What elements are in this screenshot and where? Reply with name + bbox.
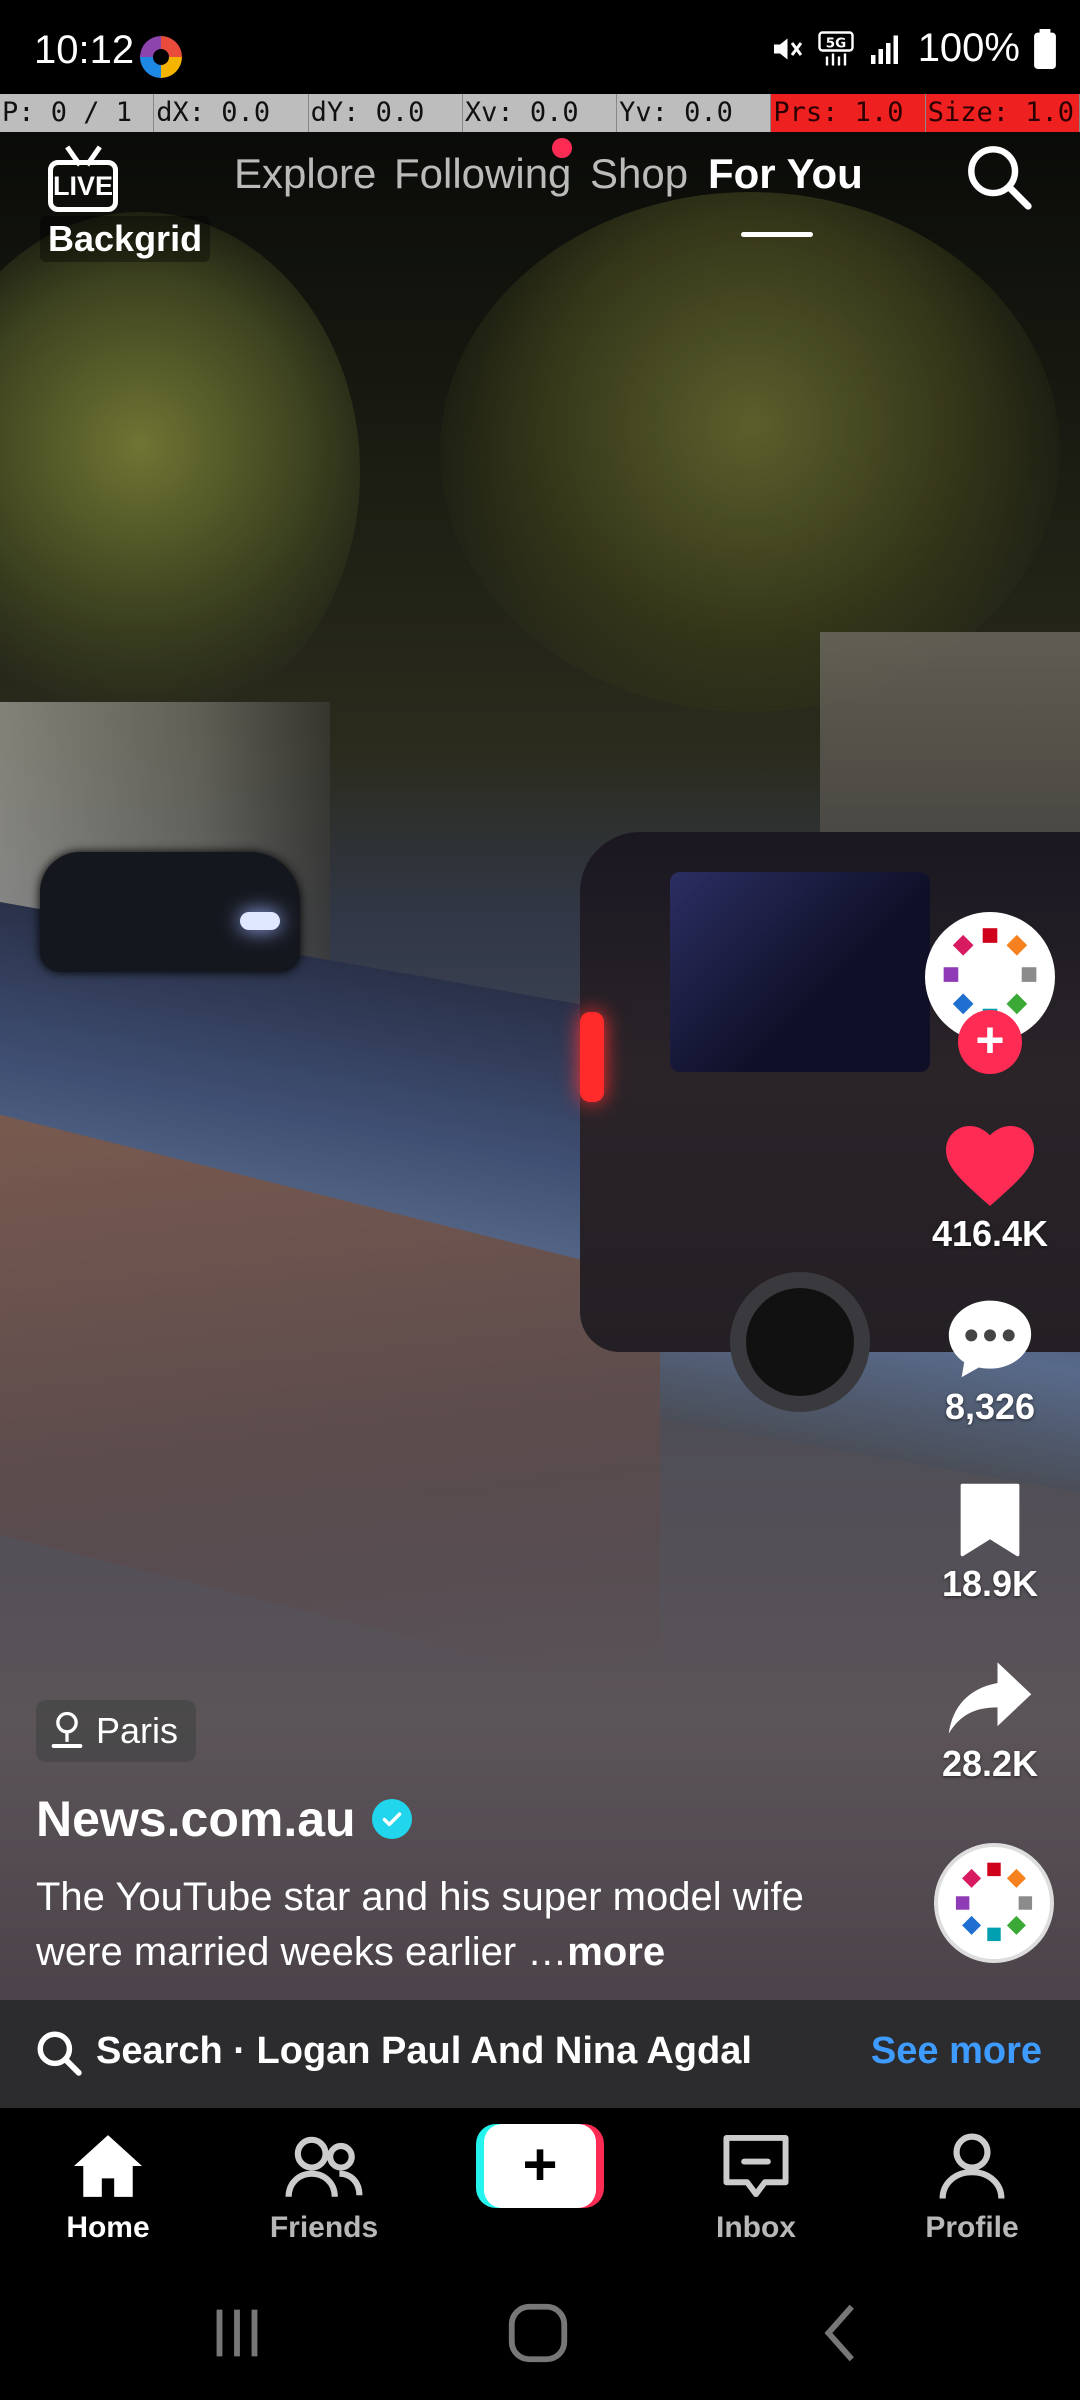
- heart-icon: [946, 1126, 1034, 1206]
- location-label: Paris: [96, 1710, 179, 1751]
- search-icon[interactable]: [964, 142, 1034, 212]
- caption-text: The YouTube star and his super model wif…: [36, 1875, 804, 1974]
- tab-shop[interactable]: Shop: [590, 150, 688, 198]
- 5g-icon: 5G: [817, 30, 854, 65]
- back-icon[interactable]: [808, 2298, 878, 2368]
- friends-icon: [285, 2136, 363, 2198]
- debug-size: Size: 1.0: [925, 94, 1080, 132]
- nav-home-label: Home: [66, 2211, 150, 2244]
- debug-xv: Xv: 0.0: [462, 94, 618, 132]
- live-tv-icon: LIVE: [48, 160, 118, 212]
- signal-icon: [870, 35, 898, 64]
- comment-count: 8,326: [944, 1386, 1036, 1427]
- video-scene-tree: [0, 212, 360, 732]
- post-caption[interactable]: The YouTube star and his super model wif…: [36, 1870, 836, 1980]
- nav-inbox-label: Inbox: [716, 2211, 796, 2244]
- like-button[interactable]: 416.4K: [900, 1120, 1080, 1255]
- nav-home[interactable]: Home: [28, 2132, 188, 2245]
- system-nav-bar: [0, 2268, 1080, 2400]
- debug-pressure: Prs: 1.0: [771, 94, 926, 132]
- comment-icon: [948, 1300, 1032, 1378]
- tab-explore[interactable]: Explore: [234, 150, 376, 198]
- tab-for-you[interactable]: For You: [708, 150, 863, 198]
- debug-pointer: P: 0 / 1: [0, 94, 155, 132]
- sound-disc[interactable]: [934, 1843, 1054, 1963]
- bookmark-icon: [960, 1483, 1020, 1557]
- tab-following[interactable]: Following: [394, 150, 571, 198]
- location-tag[interactable]: Paris: [36, 1700, 197, 1762]
- top-nav: LIVE Backgrid Explore Following Shop For…: [0, 132, 1080, 262]
- nav-profile[interactable]: Profile: [892, 2132, 1052, 2245]
- author-name-row[interactable]: News.com.au: [36, 1790, 412, 1848]
- battery-icon: [1034, 28, 1056, 69]
- search-suggestion-text: Search · Logan Paul And Nina Agdal: [96, 2030, 752, 2072]
- app-logo-icon: [140, 36, 182, 78]
- debug-yv: Yv: 0.0: [617, 94, 772, 132]
- mute-icon: [773, 38, 802, 59]
- share-arrow-icon: [948, 1662, 1032, 1734]
- sound-disc-logo-icon: [955, 1862, 1033, 1942]
- bottom-nav: Home Friends + Inbox Profile: [0, 2108, 1080, 2268]
- search-icon: [37, 2031, 82, 2076]
- nav-inbox[interactable]: Inbox: [676, 2132, 836, 2245]
- like-count: 416.4K: [931, 1213, 1049, 1254]
- debug-dy: dY: 0.0: [308, 94, 463, 132]
- caption-more-link[interactable]: more: [567, 1930, 665, 1974]
- live-button[interactable]: LIVE Backgrid: [40, 140, 220, 265]
- verified-badge-icon: [371, 1799, 412, 1839]
- battery-percent: 100%: [917, 26, 1020, 70]
- recent-apps-icon[interactable]: [202, 2298, 272, 2368]
- svg-text:5G: 5G: [825, 35, 845, 51]
- location-pin-icon: [51, 1711, 83, 1748]
- video-scene-car: [40, 852, 300, 972]
- follow-plus-button[interactable]: +: [958, 1010, 1022, 1074]
- status-bar: 10:12 5G 100%: [0, 0, 1080, 90]
- status-icons: 5G 100%: [768, 26, 1056, 71]
- inbox-icon: [723, 2134, 789, 2198]
- status-time: 10:12: [34, 28, 135, 72]
- nav-profile-label: Profile: [925, 2211, 1019, 2244]
- active-tab-indicator: [741, 232, 813, 237]
- live-label: Backgrid: [40, 216, 211, 262]
- pointer-location-overlay: P: 0 / 1 dX: 0.0 dY: 0.0 Xv: 0.0 Yv: 0.0…: [0, 94, 1080, 132]
- comment-button[interactable]: 8,326: [900, 1295, 1080, 1428]
- debug-dx: dX: 0.0: [154, 94, 309, 132]
- profile-icon: [939, 2133, 1005, 2199]
- search-suggestion-bar[interactable]: Search · Logan Paul And Nina Agdal See m…: [0, 2000, 1080, 2108]
- save-count: 18.9K: [941, 1563, 1039, 1604]
- create-button[interactable]: +: [476, 2124, 604, 2208]
- nav-friends[interactable]: Friends: [244, 2132, 404, 2245]
- nav-friends-label: Friends: [269, 2211, 379, 2244]
- see-more-link[interactable]: See more: [871, 2030, 1042, 2073]
- create-plus-icon: +: [484, 2124, 596, 2208]
- share-count: 28.2K: [941, 1743, 1039, 1784]
- home-icon: [74, 2135, 142, 2197]
- bookmark-button[interactable]: 18.9K: [900, 1482, 1080, 1605]
- author-name: News.com.au: [36, 1791, 356, 1847]
- home-button-icon[interactable]: [503, 2298, 573, 2368]
- share-button[interactable]: 28.2K: [900, 1658, 1080, 1785]
- video-scene-van: [580, 832, 1080, 1412]
- following-notification-dot: [552, 138, 572, 158]
